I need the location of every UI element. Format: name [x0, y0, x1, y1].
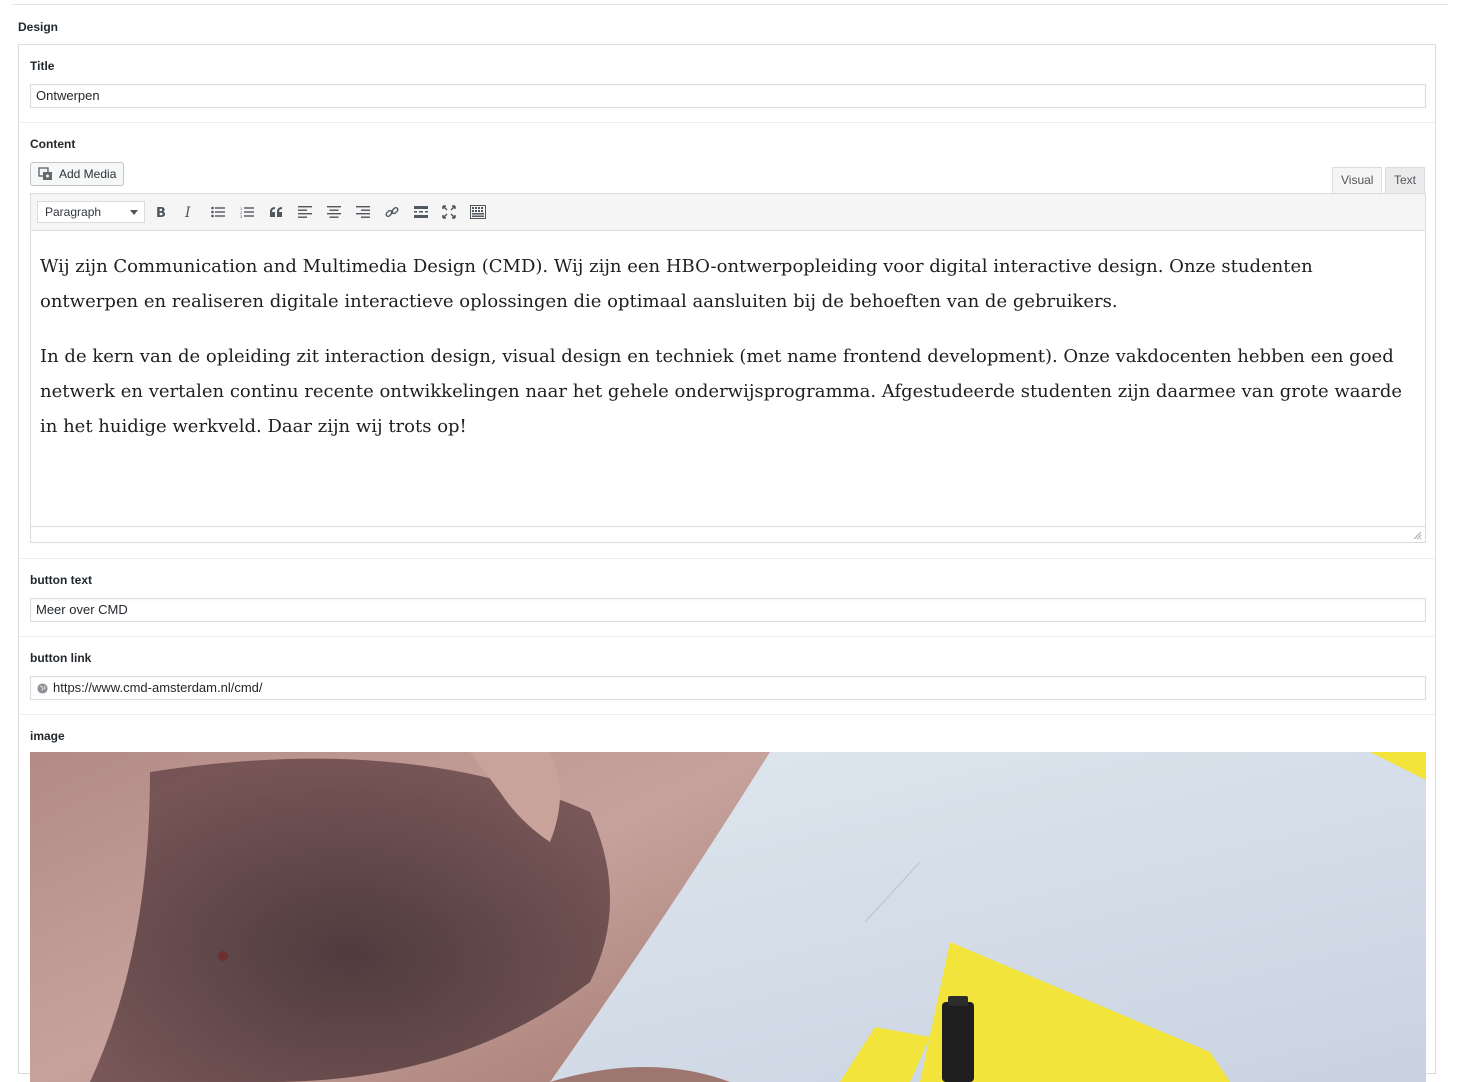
bold-icon[interactable]: B — [151, 203, 171, 221]
button-text-label: button text — [30, 573, 92, 587]
svg-text:3: 3 — [240, 214, 243, 218]
image-preview[interactable] — [30, 752, 1426, 1082]
numbered-list-icon[interactable]: 123 — [237, 203, 257, 221]
content-paragraph-1: Wij zijn Communication and Multimedia De… — [40, 256, 1313, 312]
design-panel: Title Ontwerpen Content Add Media Visual… — [18, 44, 1436, 1082]
button-text-field-row: button text Meer over CMD — [19, 559, 1435, 637]
chevron-down-icon — [130, 210, 138, 215]
tab-text[interactable]: Text — [1385, 167, 1426, 193]
image-label: image — [30, 729, 65, 743]
align-left-icon[interactable] — [295, 203, 315, 221]
title-label: Title — [30, 59, 55, 73]
read-more-icon[interactable] — [411, 203, 431, 221]
button-text-input[interactable]: Meer over CMD — [30, 598, 1426, 622]
resize-handle-icon[interactable] — [1413, 531, 1422, 540]
content-field-row: Content Add Media Visual Text Paragraph … — [19, 123, 1435, 559]
fullscreen-icon[interactable] — [439, 203, 459, 221]
bullet-list-icon[interactable] — [208, 203, 228, 221]
photo-person-drawing-icon — [30, 752, 1426, 1082]
tab-visual[interactable]: Visual — [1332, 167, 1383, 193]
align-center-icon[interactable] — [324, 203, 344, 221]
top-divider — [12, 4, 1448, 5]
button-link-input[interactable]: https://www.cmd-amsterdam.nl/cmd/ — [30, 676, 1426, 700]
content-paragraph-2: In de kern van de opleiding zit interact… — [40, 346, 1402, 437]
editor-toolbar: Paragraph B I 123 — [31, 194, 1425, 231]
svg-text:B: B — [156, 206, 166, 219]
editor-statusbar — [31, 526, 1425, 542]
format-select[interactable]: Paragraph — [37, 201, 145, 223]
format-select-value: Paragraph — [45, 205, 102, 219]
add-media-button[interactable]: Add Media — [30, 162, 124, 186]
blockquote-icon[interactable] — [266, 203, 286, 221]
button-link-label: button link — [30, 651, 92, 665]
button-link-field-row: button link https://www.cmd-amsterdam.nl… — [19, 637, 1435, 715]
content-editor: Paragraph B I 123 Wij zijn Communication… — [30, 193, 1426, 543]
add-media-label: Add Media — [59, 167, 117, 181]
svg-text:I: I — [184, 205, 191, 219]
editor-content-area[interactable]: Wij zijn Communication and Multimedia De… — [31, 232, 1425, 528]
add-media-icon — [38, 167, 52, 180]
toolbar-toggle-icon[interactable] — [468, 203, 488, 221]
section-title: Design — [18, 20, 59, 34]
title-field-row: Title Ontwerpen — [19, 45, 1435, 123]
button-link-value: https://www.cmd-amsterdam.nl/cmd/ — [53, 680, 263, 695]
title-input[interactable]: Ontwerpen — [30, 84, 1426, 108]
italic-icon[interactable]: I — [179, 203, 199, 221]
link-icon[interactable] — [382, 203, 402, 221]
globe-icon — [37, 683, 48, 694]
align-right-icon[interactable] — [353, 203, 373, 221]
content-label: Content — [30, 137, 76, 151]
